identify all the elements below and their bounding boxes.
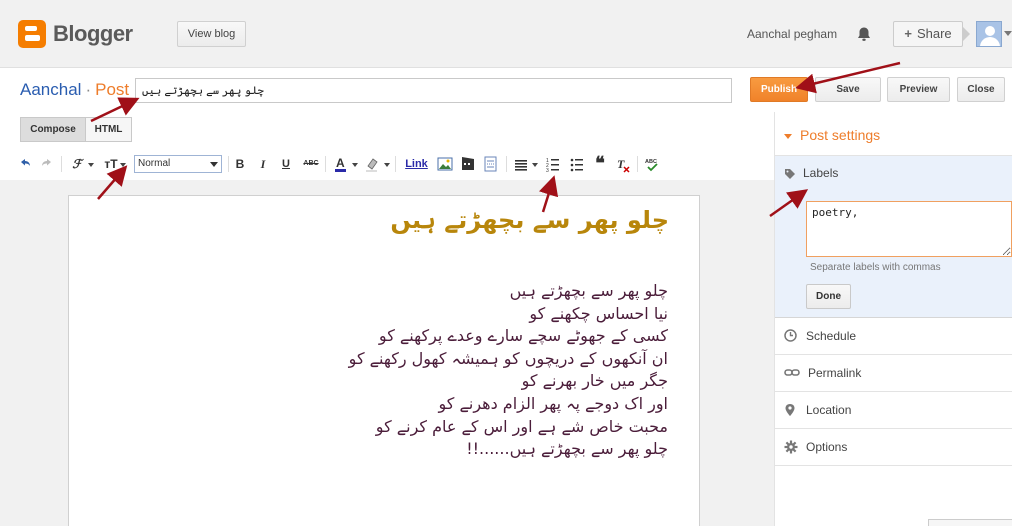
poem-line: کسی کے جھوٹے سچے سارے وعدے پرکھنے کو <box>378 326 668 346</box>
poem-line: اور اک دوجے پہ پھر الزام دھرنے کو <box>438 393 668 413</box>
share-label: Share <box>916 26 952 41</box>
tab-compose[interactable]: Compose <box>20 117 86 142</box>
toolbar-separator <box>325 156 326 172</box>
spellcheck-icon[interactable]: ABC <box>645 155 659 173</box>
blogger-logo[interactable]: Blogger <box>18 20 133 48</box>
poem-line: چلو پھر سے بچھڑتے ہیں <box>509 281 668 300</box>
chevron-down-icon[interactable] <box>352 163 358 167</box>
publish-button[interactable]: Publish <box>750 77 808 102</box>
post-settings-heading[interactable]: Post settings <box>784 127 880 143</box>
svg-text:T: T <box>617 157 625 171</box>
sidebar-item-label: Location <box>806 403 852 417</box>
post-settings-label: Post settings <box>800 127 881 143</box>
jump-break-icon[interactable] <box>483 155 499 173</box>
undo-icon[interactable] <box>18 155 32 173</box>
editor-mode-tabs: Compose HTML <box>20 117 132 142</box>
toolbar-separator <box>61 156 62 172</box>
username[interactable]: Aanchal pegham <box>747 27 837 41</box>
poem-line: نیا احساس چکھنے کو <box>529 303 668 323</box>
breadcrumb: Aanchal · Post <box>20 80 129 100</box>
sidebar-item-options[interactable]: Options <box>775 429 1012 466</box>
blogger-logo-icon <box>18 20 46 48</box>
tab-html[interactable]: HTML <box>86 117 132 142</box>
chevron-down-icon[interactable] <box>88 163 94 167</box>
paragraph-format-value: Normal <box>138 158 171 169</box>
svg-text:A: A <box>336 156 345 170</box>
avatar[interactable] <box>976 21 1002 47</box>
link-icon <box>784 369 800 376</box>
quote-icon[interactable]: ❝ <box>593 155 607 173</box>
blog-name-link[interactable]: Aanchal <box>20 80 81 99</box>
post-title-input[interactable] <box>135 78 732 103</box>
view-blog-button[interactable]: View blog <box>177 21 246 47</box>
brand-name: Blogger <box>53 21 133 46</box>
labels-input[interactable]: poetry, <box>806 201 1012 257</box>
sidebar-item-location[interactable]: Location <box>775 392 1012 429</box>
share-button[interactable]: + Share <box>893 21 963 47</box>
poem-line: چلو پھر سے بچھڑتے ہیں......!! <box>466 439 668 459</box>
poem-body: چلو پھر سے بچھڑتے ہیں نیا احساس چکھنے کو… <box>108 280 668 461</box>
highlight-color-icon[interactable] <box>364 155 380 173</box>
toolbar-separator <box>395 156 396 172</box>
done-button[interactable]: Done <box>806 284 851 309</box>
paragraph-format-select[interactable]: Normal <box>134 155 222 173</box>
post-label: Post <box>95 80 130 99</box>
bell-icon[interactable] <box>856 26 872 42</box>
svg-text:3: 3 <box>546 168 549 173</box>
resize-handle[interactable] <box>928 519 1012 526</box>
bullet-list-icon[interactable] <box>570 155 584 173</box>
save-button[interactable]: Save <box>815 77 881 102</box>
chevron-down-icon[interactable] <box>1004 31 1012 36</box>
tag-icon <box>785 169 795 179</box>
italic-icon[interactable]: I <box>257 155 269 173</box>
poem-heading: چلو پھر سے بچھڑتے ہیں <box>390 206 669 234</box>
link-button[interactable]: Link <box>403 155 430 173</box>
sidebar-item-label: Permalink <box>808 366 862 380</box>
location-pin-icon <box>785 404 795 416</box>
strikethrough-icon[interactable]: ABC <box>302 155 320 173</box>
blogger-post-editor: Blogger View blog Aanchal pegham + Share … <box>0 0 1012 526</box>
labels-title[interactable]: Labels <box>803 166 838 180</box>
redo-icon[interactable] <box>40 155 54 173</box>
sidebar-item-label: Schedule <box>806 329 857 343</box>
remove-formatting-icon[interactable]: T <box>616 155 630 173</box>
preview-button[interactable]: Preview <box>887 77 950 102</box>
svg-text:ABC: ABC <box>645 159 657 165</box>
chevron-down-icon <box>210 162 218 167</box>
breadcrumb-separator: · <box>85 80 92 99</box>
sidebar-item-schedule[interactable]: Schedule <box>775 318 1012 355</box>
toolbar-separator <box>506 156 507 172</box>
align-icon[interactable] <box>514 155 528 173</box>
chevron-down-icon <box>784 133 792 139</box>
chevron-down-icon[interactable] <box>532 163 538 167</box>
share-pointer-icon <box>963 27 970 41</box>
image-icon[interactable] <box>437 155 453 173</box>
chevron-down-icon[interactable] <box>120 163 126 167</box>
plus-icon: + <box>904 26 912 41</box>
close-button[interactable]: Close <box>957 77 1005 102</box>
underline-icon[interactable]: U <box>280 155 292 173</box>
post-body-editor[interactable]: چلو پھر سے بچھڑتے ہیں چلو پھر سے بچھڑتے … <box>68 195 700 526</box>
bold-icon[interactable]: B <box>234 155 246 173</box>
poem-line: جگر میں خار بھرنے کو <box>521 371 668 391</box>
toolbar-separator <box>228 156 229 172</box>
numbered-list-icon[interactable]: 123 <box>546 155 560 173</box>
sidebar-item-label: Options <box>806 440 848 454</box>
poem-line: ان آنکھوں کے دریچوں کو ہمیشہ کھول رکھنے … <box>348 348 668 368</box>
text-color-icon[interactable]: A <box>333 155 349 173</box>
font-family-icon[interactable]: ℱ <box>70 155 84 173</box>
labels-hint: Separate labels with commas <box>810 262 941 273</box>
toolbar-separator <box>637 156 638 172</box>
video-icon[interactable] <box>460 155 476 173</box>
clock-icon <box>784 329 797 342</box>
chevron-down-icon[interactable] <box>384 163 390 167</box>
poem-line: محبت خاص شے ہے اور اس کے عام کرنے کو <box>375 416 668 436</box>
font-size-icon[interactable]: тT <box>103 155 119 173</box>
sidebar-item-permalink[interactable]: Permalink <box>775 355 1012 392</box>
gear-icon <box>784 440 798 454</box>
